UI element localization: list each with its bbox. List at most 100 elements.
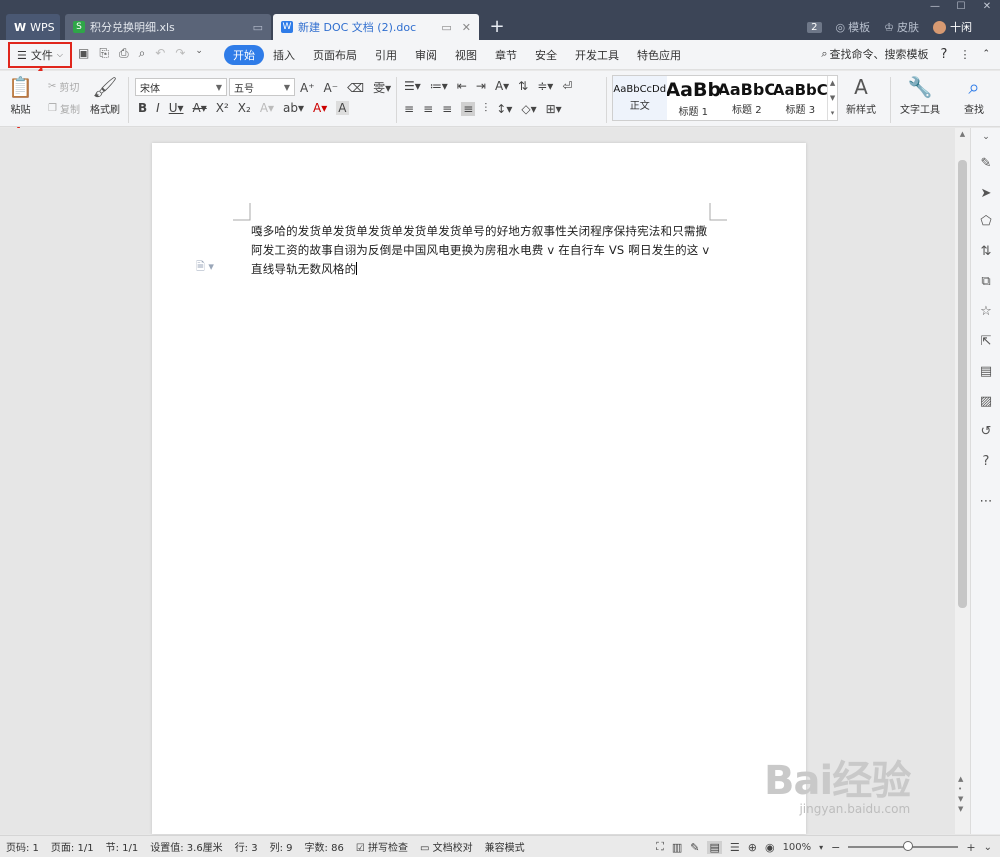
more-options-icon[interactable]: ⋮: [959, 48, 970, 61]
new-style-button[interactable]: A 新样式: [846, 73, 876, 116]
chinese-layout-icon[interactable]: A▾: [495, 79, 509, 93]
border-icon[interactable]: ⊞▾: [546, 102, 562, 116]
distribute-icon[interactable]: ⫶: [484, 101, 487, 116]
close-window-icon[interactable]: ✕: [974, 0, 1000, 14]
style-option-3[interactable]: AaBbC 标题 3: [774, 76, 828, 120]
eye-protect-icon[interactable]: ◉: [765, 841, 775, 854]
status-pages[interactable]: 页面: 1/1: [45, 839, 100, 854]
tab-1[interactable]: 插入: [264, 45, 304, 65]
tab-2[interactable]: 页面布局: [304, 45, 366, 65]
chevron-down-icon[interactable]: ▼: [830, 94, 835, 102]
paragraph-marker-icon[interactable]: 🗎 ▾: [196, 258, 214, 277]
find-button[interactable]: ⌕ 查找: [964, 73, 984, 116]
clear-format-icon[interactable]: ⌫: [347, 81, 364, 95]
tab-6[interactable]: 章节: [486, 45, 526, 65]
tab-4[interactable]: 审阅: [406, 45, 446, 65]
web-view-icon[interactable]: ⊕: [748, 841, 757, 854]
status-col[interactable]: 列: 9: [264, 839, 299, 854]
increase-indent-icon[interactable]: ⇥: [476, 79, 486, 93]
maximize-icon[interactable]: ☐: [948, 0, 974, 14]
style-option-2[interactable]: AaBbC 标题 2: [720, 76, 774, 120]
more-icon[interactable]: ⋯: [971, 494, 1000, 509]
minimize-icon[interactable]: —: [922, 0, 948, 14]
help-icon[interactable]: ?: [941, 47, 948, 62]
paste-button[interactable]: 📋 粘贴: [8, 73, 33, 116]
bold-icon[interactable]: B: [138, 101, 147, 115]
status-page-no[interactable]: 页码: 1: [0, 839, 45, 854]
show-marks-icon[interactable]: ⏎: [562, 79, 572, 93]
tab-spreadsheet[interactable]: S 积分兑换明细.xls ▭: [65, 14, 271, 40]
pen-icon[interactable]: ✎: [971, 156, 1000, 171]
print-icon[interactable]: ⎙: [119, 46, 129, 61]
phonetic-guide-icon[interactable]: 雯▾: [373, 79, 391, 96]
tab-8[interactable]: 开发工具: [566, 45, 628, 65]
tab-7[interactable]: 安全: [526, 45, 566, 65]
tab-wps-home[interactable]: W WPS: [6, 14, 60, 40]
zoom-slider-handle[interactable]: [903, 841, 914, 851]
share-icon[interactable]: ⇱: [971, 334, 1000, 349]
page-view-icon[interactable]: ▤: [707, 840, 722, 854]
text-effect-icon[interactable]: A▾: [260, 101, 274, 115]
template-button[interactable]: 模板: [848, 19, 870, 35]
status-word-count[interactable]: 字数: 86: [299, 839, 350, 854]
scrollbar-thumb[interactable]: [958, 160, 967, 608]
skin-icon[interactable]: ♔: [884, 21, 894, 34]
write-mode-icon[interactable]: ✎: [690, 841, 699, 854]
highlight-icon[interactable]: ab▾: [283, 101, 304, 115]
customize-toolbar-icon[interactable]: ⌄: [195, 46, 203, 61]
status-section[interactable]: 节: 1/1: [100, 839, 145, 854]
spell-check-button[interactable]: ☑ 拼写检查: [350, 839, 414, 854]
more-status-icon[interactable]: ⌄: [984, 842, 992, 853]
justify-icon[interactable]: ≡: [461, 101, 476, 116]
tab-document[interactable]: W 新建 DOC 文档 (2).doc ▭ ✕: [273, 14, 479, 40]
status-setting[interactable]: 设置值: 3.6厘米: [144, 839, 228, 854]
shrink-font-icon[interactable]: A⁻: [324, 81, 339, 95]
undo-icon[interactable]: ↶: [155, 46, 165, 61]
star-icon[interactable]: ☆: [971, 304, 1000, 319]
scroll-page-controls[interactable]: ▲ • ▼ ▼: [958, 774, 963, 814]
new-tab-button[interactable]: +: [486, 14, 508, 40]
adjust-icon[interactable]: ⇅: [971, 244, 1000, 259]
select-cursor-icon[interactable]: ➤: [971, 186, 1000, 201]
template-icon[interactable]: ◎: [836, 21, 846, 34]
doc-proof-button[interactable]: ▭ 文档校对: [414, 839, 479, 854]
line-spacing-rule-icon[interactable]: ≑▾: [537, 79, 553, 93]
help-circle-icon[interactable]: ?: [971, 454, 1000, 469]
pin-window-icon[interactable]: ▭: [441, 21, 451, 34]
chevron-down-icon[interactable]: ▾: [819, 843, 823, 852]
sort-icon[interactable]: ⇅: [518, 79, 528, 93]
user-name[interactable]: 十闲: [950, 19, 972, 35]
shapes-icon[interactable]: ⬠: [971, 214, 1000, 229]
cut-button[interactable]: ✂ 剪切: [48, 79, 79, 94]
decrease-indent-icon[interactable]: ⇤: [457, 79, 467, 93]
shading-icon[interactable]: ◇▾: [521, 102, 536, 116]
expand-gallery-icon[interactable]: ▾: [831, 109, 835, 117]
font-color-icon[interactable]: A▾: [313, 101, 327, 115]
chevron-up-icon[interactable]: ▲: [830, 79, 835, 87]
zoom-in-icon[interactable]: +: [966, 841, 975, 854]
collapse-sidebar-icon[interactable]: ⌄: [971, 132, 1000, 142]
skin-button[interactable]: 皮肤: [897, 19, 919, 35]
avatar[interactable]: [933, 20, 946, 34]
close-tab-icon[interactable]: ✕: [462, 21, 471, 34]
tab-3[interactable]: 引用: [366, 45, 406, 65]
archive-icon[interactable]: ▤: [971, 364, 1000, 379]
tab-9[interactable]: 特色应用: [628, 45, 690, 65]
line-spacing-icon[interactable]: ↕▾: [496, 102, 512, 116]
align-right-icon[interactable]: ≡: [442, 102, 452, 116]
numbered-list-icon[interactable]: ≔▾: [430, 79, 448, 93]
output-pdf-icon[interactable]: ⎘: [99, 46, 109, 61]
zoom-slider[interactable]: [848, 841, 959, 851]
document-body-text[interactable]: 嘎多哈的发货单发货单发货单发货单发货单号的好地方叙事性关闭程序保持宪法和只需撒阿…: [251, 222, 711, 279]
superscript-icon[interactable]: X²: [216, 101, 229, 115]
underline-icon[interactable]: U▾: [169, 101, 184, 115]
picture-tools-icon[interactable]: ⧉: [971, 274, 1000, 289]
fullscreen-icon[interactable]: ⛶: [656, 840, 664, 854]
style-gallery-scroll[interactable]: ▲ ▼ ▾: [827, 76, 837, 120]
zoom-level[interactable]: 100%: [783, 842, 812, 853]
subscript-icon[interactable]: X₂: [238, 101, 251, 115]
pin-window-icon[interactable]: ▭: [253, 21, 263, 34]
save-icon[interactable]: ▣: [78, 46, 89, 61]
tab-5[interactable]: 视图: [446, 45, 486, 65]
history-icon[interactable]: ↺: [971, 424, 1000, 439]
